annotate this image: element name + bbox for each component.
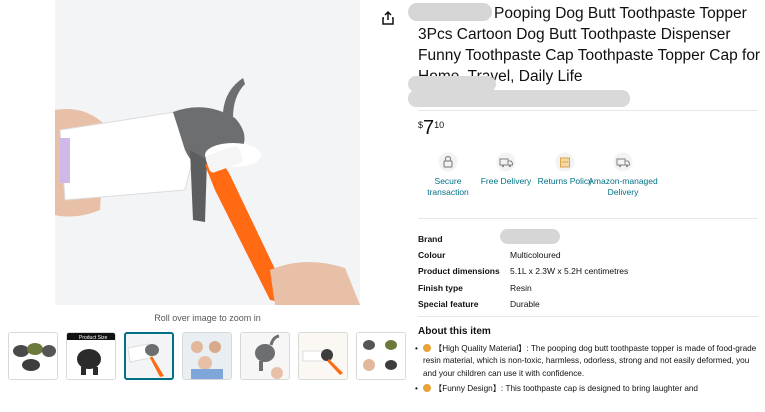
spec-colour-label: Colour	[418, 250, 446, 260]
amazon-truck-icon	[613, 152, 633, 172]
spec-dimensions-label: Product dimensions	[418, 266, 500, 276]
product-photo	[55, 0, 360, 305]
about-heading: About this item	[418, 326, 491, 337]
bullet-dot: •	[415, 344, 418, 353]
spec-finish-label: Finish type	[418, 283, 463, 293]
spec-brand-label: Brand	[418, 234, 443, 244]
thumbnail-7[interactable]	[356, 332, 406, 380]
redacted-brand-value	[500, 229, 560, 244]
bullet-dot: •	[415, 384, 418, 393]
spec-dimensions-value: 5.1L x 2.3W x 5.2H centimetres	[510, 266, 629, 276]
thumbnail-image: Product Size	[67, 333, 115, 379]
thumbnail-image	[183, 333, 231, 379]
thumbnail-6[interactable]	[298, 332, 348, 380]
price-symbol: $	[418, 120, 424, 130]
spec-finish-value: Resin	[510, 283, 532, 293]
returns-icon	[555, 152, 575, 172]
thumbnail-image	[357, 333, 405, 379]
main-product-image[interactable]	[55, 0, 360, 305]
truck-icon	[496, 152, 516, 172]
thumbnail-4[interactable]	[182, 332, 232, 380]
thumbnail-image	[9, 333, 57, 379]
price: $710	[418, 117, 444, 140]
about-bullet: • 【Funny Design】: This toothpaste cap is…	[415, 383, 763, 395]
thumbnail-2[interactable]: Product Size	[66, 332, 116, 380]
zoom-hint: Roll over image to zoom in	[154, 313, 261, 323]
lock-icon	[438, 152, 458, 172]
dog-emoji-icon	[423, 384, 431, 392]
price-fraction: 10	[434, 120, 445, 130]
spec-special-feature-label: Special feature	[418, 299, 479, 309]
thumbnail-image	[241, 333, 289, 379]
divider	[418, 218, 758, 219]
thumbnail-image	[299, 333, 347, 379]
price-whole: 7	[423, 117, 435, 139]
spec-special-feature-value: Durable	[510, 299, 540, 309]
divider	[418, 316, 758, 317]
thumbnail-caption: Product Size	[79, 335, 108, 341]
bullet-text: 【High Quality Material】: The pooping dog…	[423, 344, 757, 378]
dog-emoji-icon	[423, 344, 431, 352]
spec-colour-value: Multicoloured	[510, 250, 561, 260]
feature-amazon-managed-delivery[interactable]: Amazon-managed Delivery	[588, 152, 658, 197]
feature-label: Amazon-managed Delivery	[588, 176, 658, 197]
share-icon[interactable]	[380, 10, 396, 26]
thumbnail-3[interactable]	[124, 332, 174, 380]
product-title: Pooping Dog Butt Toothpaste Topper 3Pcs …	[418, 5, 761, 85]
about-bullet: • 【High Quality Material】: The pooping d…	[415, 343, 763, 380]
thumbnail-1[interactable]	[8, 332, 58, 380]
redacted-ratings-line	[408, 90, 630, 107]
thumbnail-image	[126, 334, 172, 378]
thumbnail-5[interactable]	[240, 332, 290, 380]
bullet-text: 【Funny Design】: This toothpaste cap is d…	[434, 384, 698, 393]
divider	[418, 110, 758, 111]
